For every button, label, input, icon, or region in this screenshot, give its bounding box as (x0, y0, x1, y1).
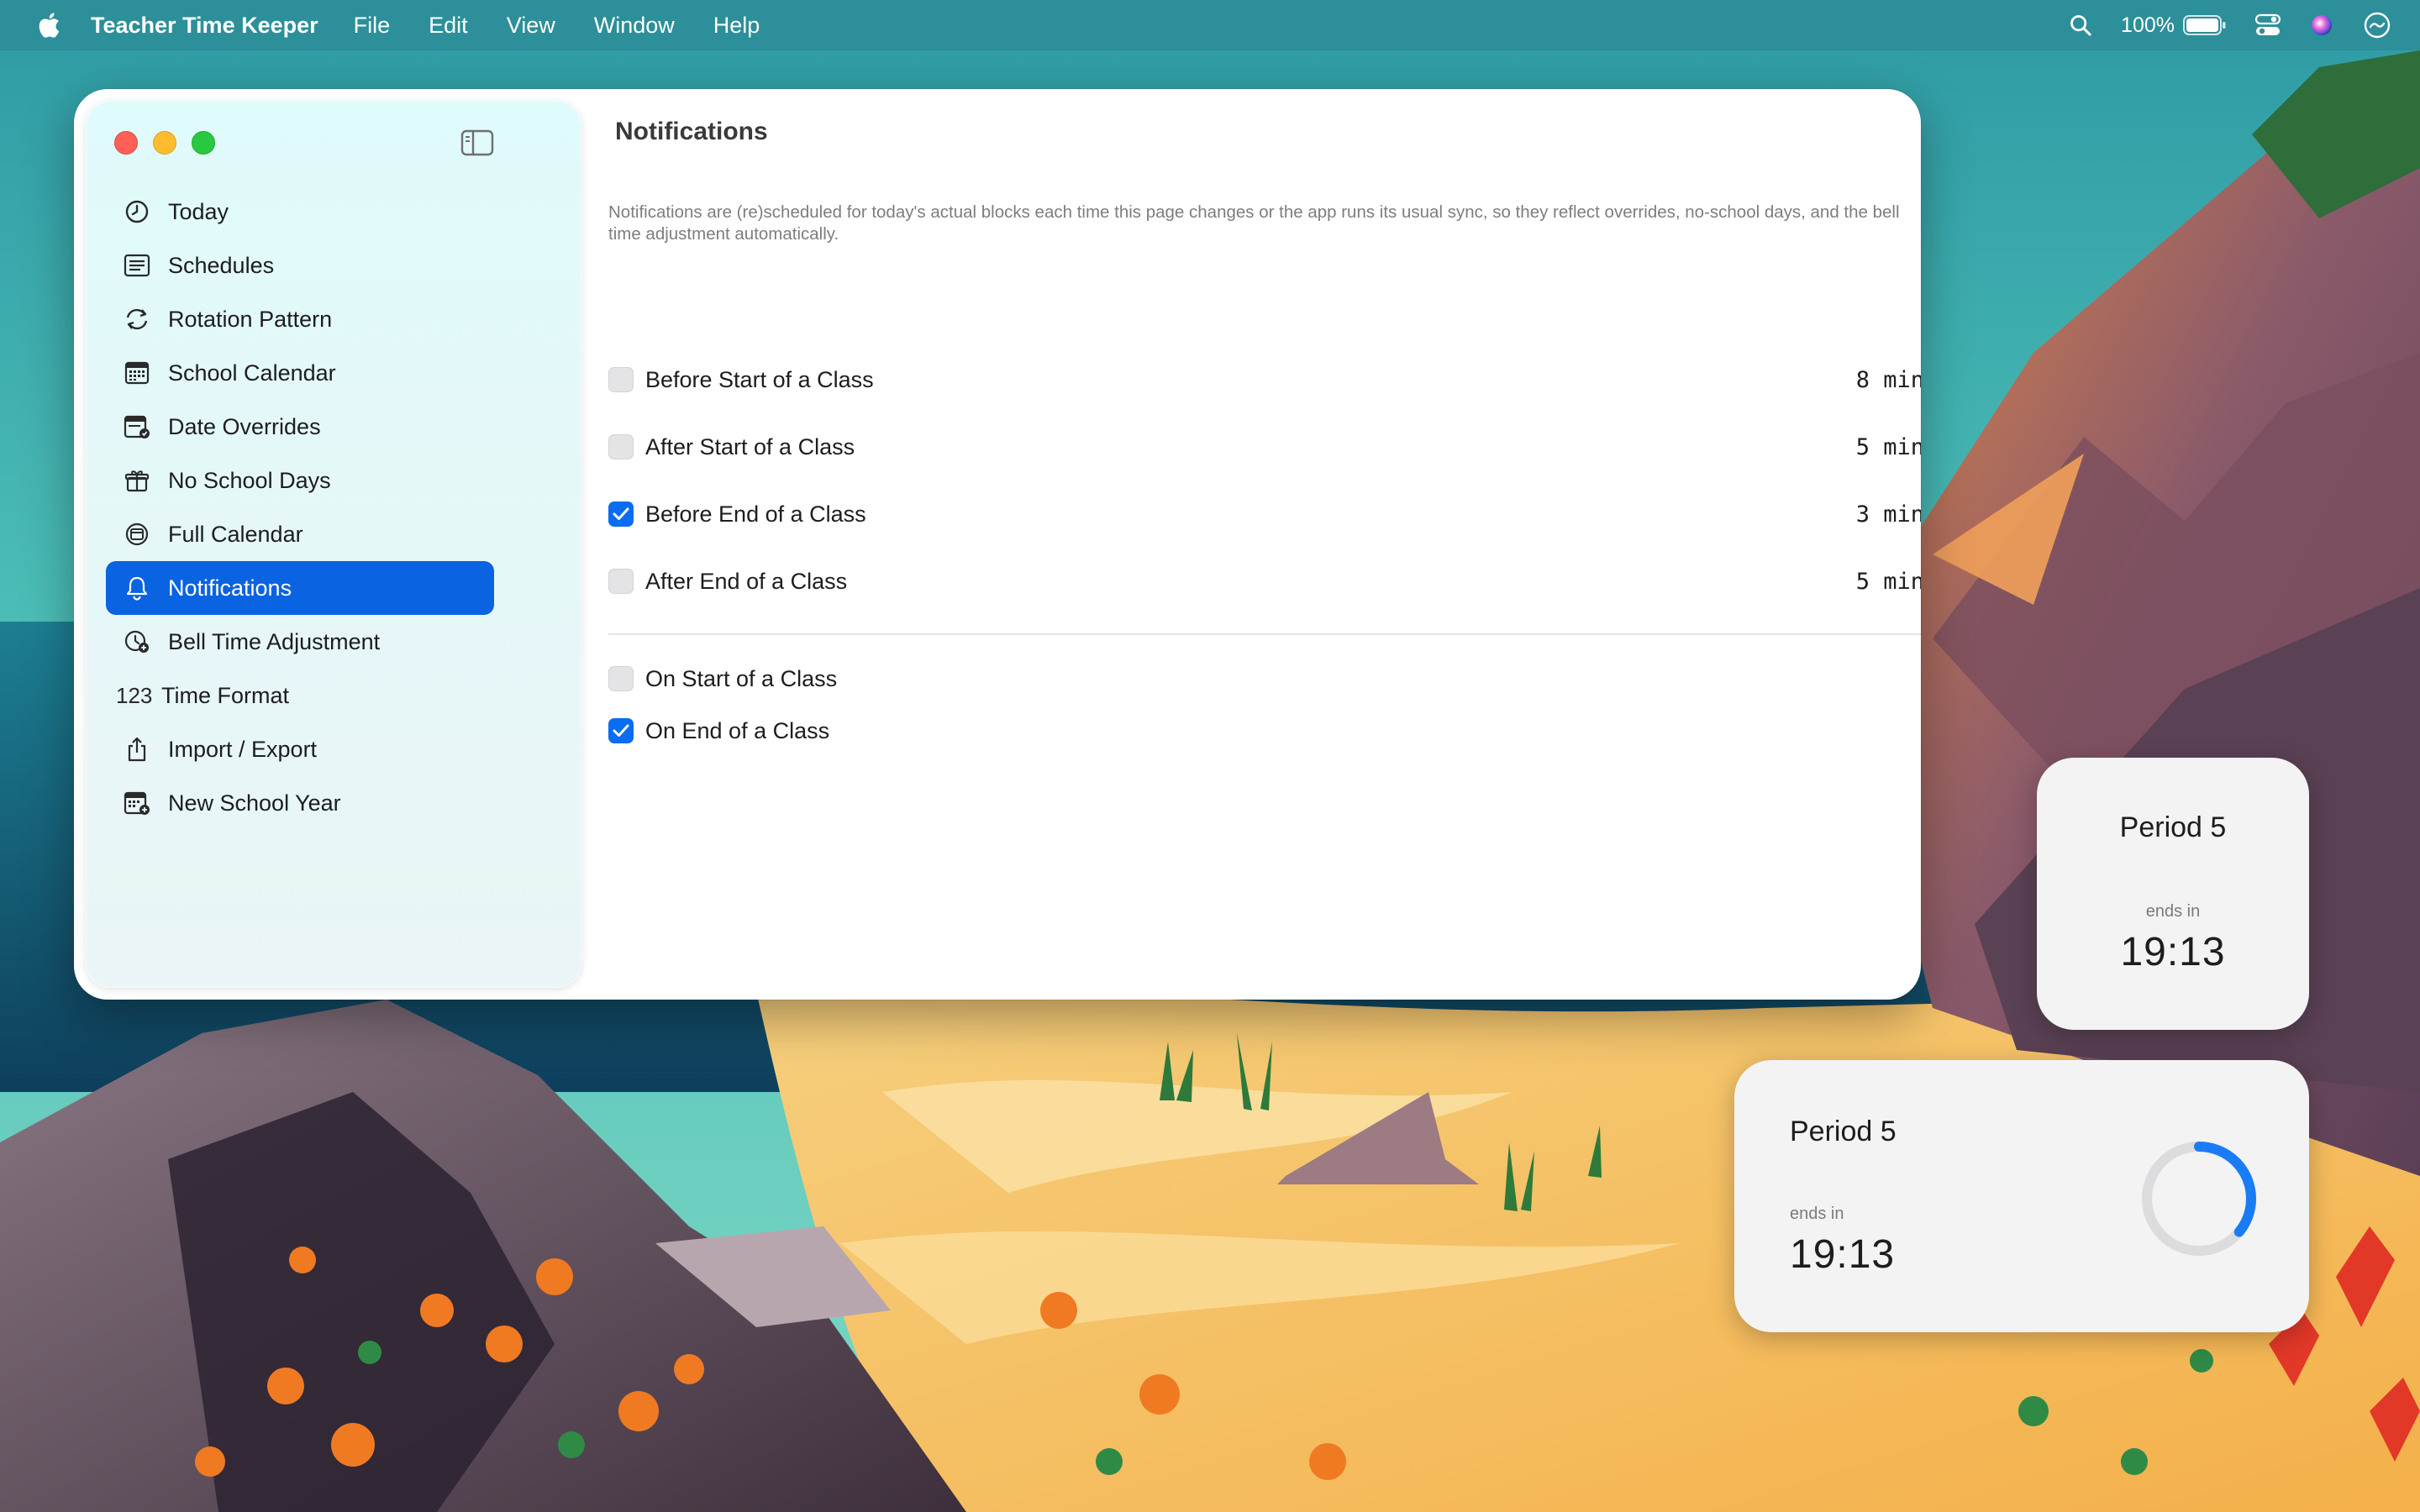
battery-icon[interactable] (2183, 14, 2227, 36)
option-on-end: On End of a Class (608, 712, 1921, 749)
on-start-checkbox[interactable] (608, 666, 634, 691)
siri-icon[interactable] (2309, 13, 2334, 38)
menu-bar-extras: 100% (2069, 0, 2420, 50)
app-window: Today Schedules Rotation Pattern School … (74, 89, 1921, 1000)
sidebar-item-label: Full Calendar (168, 521, 303, 547)
period-widget-small[interactable]: Period 5 ends in 19:13 (2037, 758, 2309, 1030)
calendar-add-icon (123, 789, 151, 817)
sidebar-item-label: No School Days (168, 467, 331, 493)
control-center-icon[interactable] (2255, 13, 2281, 37)
bell-icon (123, 574, 151, 602)
after-start-checkbox[interactable] (608, 434, 634, 459)
sidebar-item-label: Rotation Pattern (168, 306, 333, 332)
menu-help[interactable]: Help (713, 13, 760, 39)
sidebar-item-label: Bell Time Adjustment (168, 628, 381, 654)
app-name-menu[interactable]: Teacher Time Keeper (91, 13, 318, 39)
menu-file[interactable]: File (354, 13, 391, 39)
sidebar-item-import-export[interactable]: Import / Export (106, 722, 494, 776)
clock-icon (123, 197, 151, 226)
checkmark-icon (613, 724, 629, 737)
battery-percent: 100% (2121, 13, 2175, 37)
option-label: On End of a Class (645, 717, 830, 743)
minutes-value: 8 min (1855, 366, 1921, 393)
option-label: After Start of a Class (645, 433, 855, 459)
main-content: Notifications Notifications are (re)sche… (581, 89, 1921, 1000)
menu-window[interactable]: Window (594, 13, 675, 39)
sidebar-item-full-calendar[interactable]: Full Calendar (106, 507, 494, 561)
before-end-checkbox[interactable] (608, 501, 634, 527)
calendar-icon (123, 359, 151, 387)
period-widget-medium[interactable]: Period 5 ends in 19:13 (1734, 1060, 2309, 1332)
menu-edit[interactable]: Edit (429, 13, 468, 39)
sidebar-nav: Today Schedules Rotation Pattern School … (106, 185, 494, 830)
option-before-start: Before Start of a Class 8 min (608, 361, 1921, 398)
search-icon[interactable] (2069, 13, 2092, 37)
minutes-value: 5 min (1855, 433, 1921, 460)
option-before-end: Before End of a Class 3 min (608, 496, 1921, 533)
widget-countdown: 19:13 (1790, 1232, 1896, 1277)
sidebar-item-new-school-year[interactable]: New School Year (106, 776, 494, 830)
minutes-value: 5 min (1855, 568, 1921, 595)
share-icon (123, 735, 151, 764)
list-icon (123, 251, 151, 280)
checkmark-icon (613, 507, 629, 520)
window-zoom-button[interactable] (192, 131, 215, 155)
option-label: Before End of a Class (645, 501, 866, 527)
sidebar-item-label: Time Format (161, 682, 290, 708)
sidebar-item-today[interactable]: Today (106, 185, 494, 239)
progress-ring (2142, 1142, 2256, 1256)
calendar-edit-icon (123, 412, 151, 441)
option-label: Before Start of a Class (645, 366, 874, 392)
sidebar-item-time-format[interactable]: 123 Time Format (106, 669, 494, 722)
widget-ends-label: ends in (1790, 1205, 1844, 1223)
option-on-start: On Start of a Class (608, 660, 1921, 697)
sidebar-item-date-overrides[interactable]: Date Overrides (106, 400, 494, 454)
sidebar-item-label: Today (168, 198, 229, 224)
gift-icon (123, 466, 151, 495)
section-divider (608, 633, 1921, 635)
clock-icon[interactable] (2363, 11, 2391, 39)
widget-period-title: Period 5 (1790, 1116, 1897, 1147)
on-end-checkbox[interactable] (608, 718, 634, 743)
apple-icon[interactable] (34, 10, 62, 40)
sidebar-item-label: Import / Export (168, 736, 318, 762)
sidebar-item-bell-time-adjustment[interactable]: Bell Time Adjustment (106, 615, 494, 669)
page-title: Notifications (615, 118, 768, 145)
option-label: After End of a Class (645, 568, 848, 594)
sidebar-item-rotation-pattern[interactable]: Rotation Pattern (106, 292, 494, 346)
menu-view[interactable]: View (507, 13, 555, 39)
calendar-circle-icon (123, 520, 151, 549)
window-minimize-button[interactable] (153, 131, 176, 155)
before-start-checkbox[interactable] (608, 367, 634, 392)
after-end-checkbox[interactable] (608, 569, 634, 594)
widget-period-title: Period 5 (2119, 811, 2227, 843)
sidebar: Today Schedules Rotation Pattern School … (86, 101, 581, 988)
sidebar-item-label: School Calendar (168, 360, 336, 386)
menu-bar: Teacher Time Keeper File Edit View Windo… (0, 0, 2420, 50)
number-icon: 123 (116, 682, 153, 708)
option-label: On Start of a Class (645, 665, 838, 691)
sidebar-item-notifications[interactable]: Notifications (106, 561, 494, 615)
option-after-start: After Start of a Class 5 min (608, 428, 1921, 465)
minutes-value: 3 min (1855, 501, 1921, 528)
option-after-end: After End of a Class 5 min (608, 563, 1921, 600)
sidebar-item-school-calendar[interactable]: School Calendar (106, 346, 494, 400)
sidebar-toggle-icon[interactable] (460, 129, 494, 156)
widget-ends-label: ends in (2145, 902, 2201, 921)
clock-adjust-icon (123, 627, 151, 656)
sidebar-item-label: Schedules (168, 252, 275, 278)
sidebar-item-label: Notifications (168, 575, 292, 601)
window-close-button[interactable] (114, 131, 138, 155)
sidebar-item-schedules[interactable]: Schedules (106, 239, 494, 292)
sidebar-item-label: New School Year (168, 790, 341, 816)
sidebar-item-label: Date Overrides (168, 413, 321, 439)
page-description: Notifications are (re)scheduled for toda… (608, 202, 1900, 244)
sidebar-item-no-school-days[interactable]: No School Days (106, 454, 494, 507)
widget-countdown: 19:13 (2120, 930, 2226, 974)
rotation-icon (123, 305, 151, 333)
